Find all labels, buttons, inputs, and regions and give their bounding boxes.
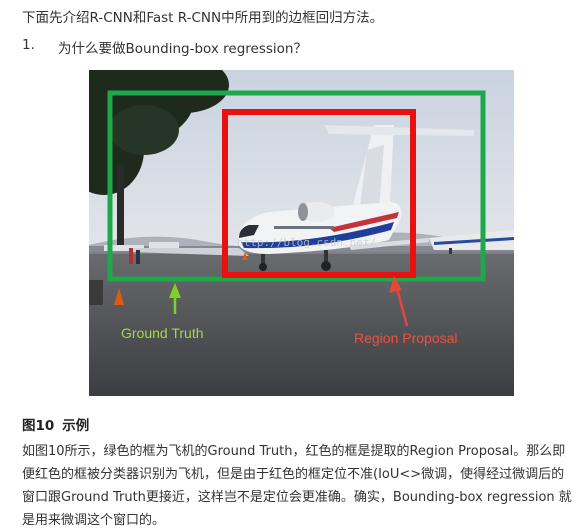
intro-text: 下面先介绍R-CNN和Fast R-CNN中所用到的边框回归方法。: [22, 10, 384, 26]
question-number: 1.: [22, 37, 35, 53]
caption-label: 图10: [22, 418, 55, 434]
watermark: http://blog.csdn.net/: [237, 236, 376, 249]
region-proposal-label: Region Proposal: [354, 330, 458, 346]
example-figure: http://blog.csdn.net/ Ground Truth Regio…: [89, 70, 514, 396]
explanation-paragraph: 如图10所示，绿色的框为飞机的Ground Truth，红色的框是提取的Regi…: [22, 444, 572, 528]
figure-caption: 图10 示例: [22, 414, 89, 434]
tarmac: [89, 250, 514, 396]
figure-illustration: http://blog.csdn.net/ Ground Truth Regio…: [89, 70, 514, 396]
caption-title: 示例: [62, 418, 90, 434]
ground-truth-label: Ground Truth: [121, 325, 204, 341]
question-text: 为什么要做Bounding-box regression？: [58, 41, 307, 57]
